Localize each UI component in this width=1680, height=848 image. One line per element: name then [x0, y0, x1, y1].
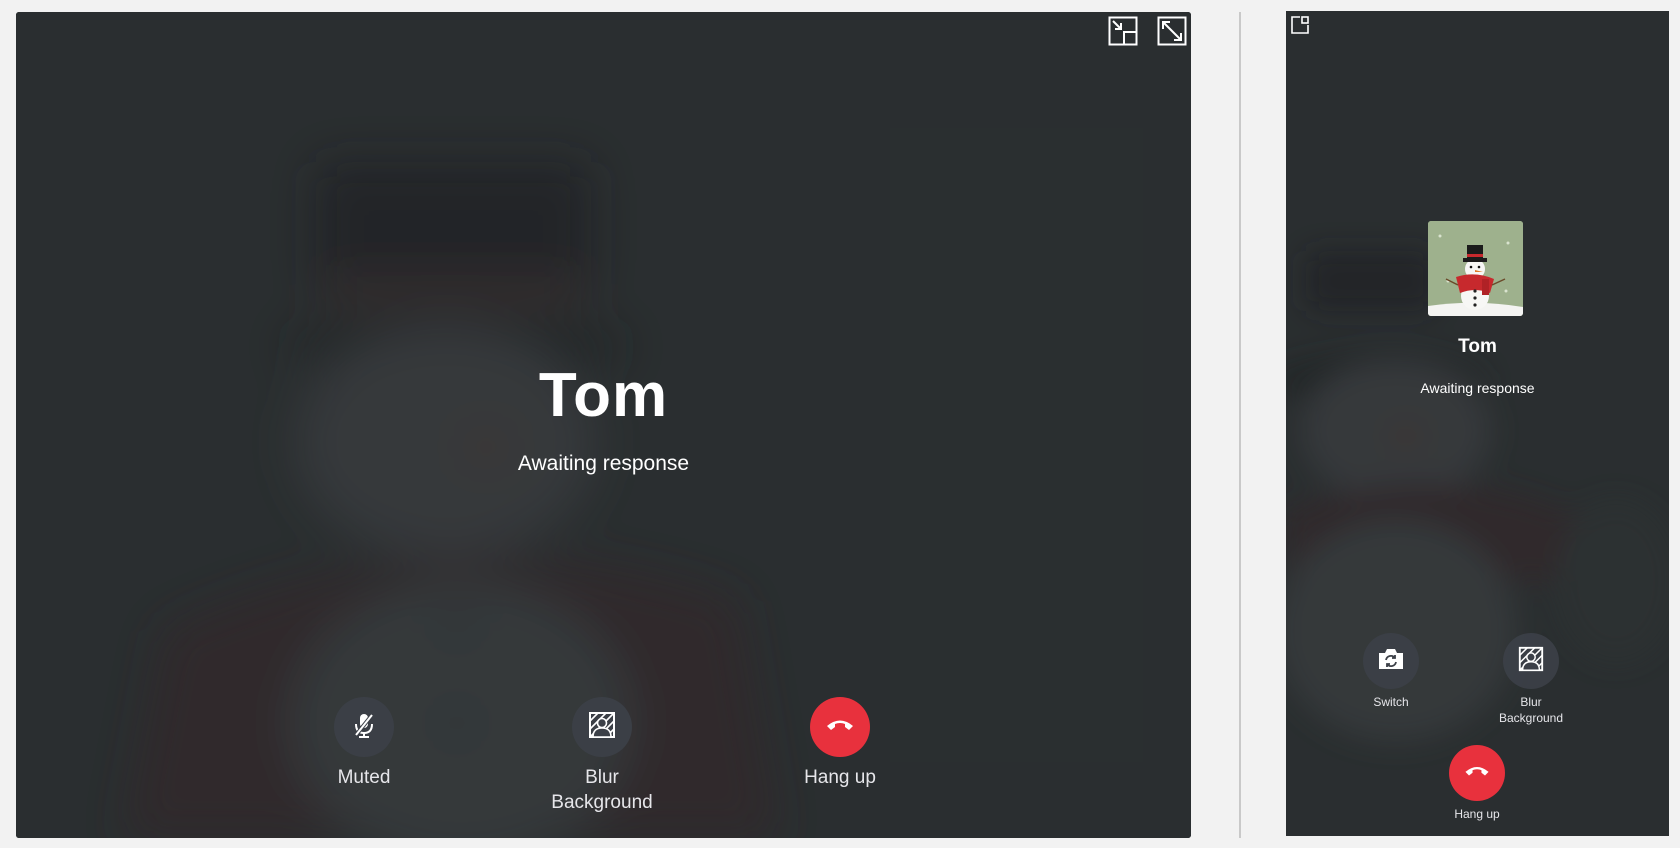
panel-divider: [1239, 12, 1241, 838]
hang-up-control: Hang up: [1422, 745, 1532, 822]
blur-background-button[interactable]: [1503, 633, 1559, 689]
blur-background-icon: [1517, 645, 1545, 678]
switch-camera-control: Switch: [1336, 633, 1446, 710]
call-status: Awaiting response: [517, 452, 690, 475]
mute-button[interactable]: [334, 697, 394, 757]
desktop-call-window: Tom Awaiting response Muted Blur Backgro…: [16, 12, 1191, 838]
blur-background-control: Blur Background: [532, 697, 672, 815]
mobile-call-window: Tom Awaiting response Switch Blur Backgr…: [1286, 11, 1669, 836]
call-status: Awaiting response: [1420, 380, 1535, 396]
avatar: [1428, 221, 1523, 316]
blur-background-label: Blur Background: [551, 767, 653, 813]
hang-up-button[interactable]: [810, 697, 870, 757]
blur-background-button[interactable]: [572, 697, 632, 757]
switch-camera-icon: [1377, 646, 1405, 677]
switch-camera-button[interactable]: [1363, 633, 1419, 689]
mute-label: Muted: [337, 767, 391, 788]
fullscreen-icon[interactable]: [1157, 16, 1187, 46]
blur-background-control: Blur Background: [1476, 633, 1586, 726]
mute-control: Muted: [294, 697, 434, 790]
phone-hang-up-icon: [825, 716, 855, 739]
switch-camera-label: Switch: [1373, 695, 1409, 709]
muted-microphone-icon: [349, 710, 379, 745]
blur-background-label: Blur Background: [1498, 695, 1564, 725]
hang-up-label: Hang up: [1454, 807, 1500, 821]
hang-up-label: Hang up: [804, 767, 876, 788]
phone-hang-up-icon: [1463, 763, 1491, 784]
callee-name: Tom: [1458, 336, 1497, 357]
minimize-window-icon[interactable]: [1108, 16, 1138, 46]
floating-window-icon[interactable]: [1288, 13, 1312, 37]
blur-background-icon: [587, 710, 617, 745]
hang-up-control: Hang up: [770, 697, 910, 790]
callee-name: Tom: [538, 361, 669, 430]
hang-up-button[interactable]: [1449, 745, 1505, 801]
